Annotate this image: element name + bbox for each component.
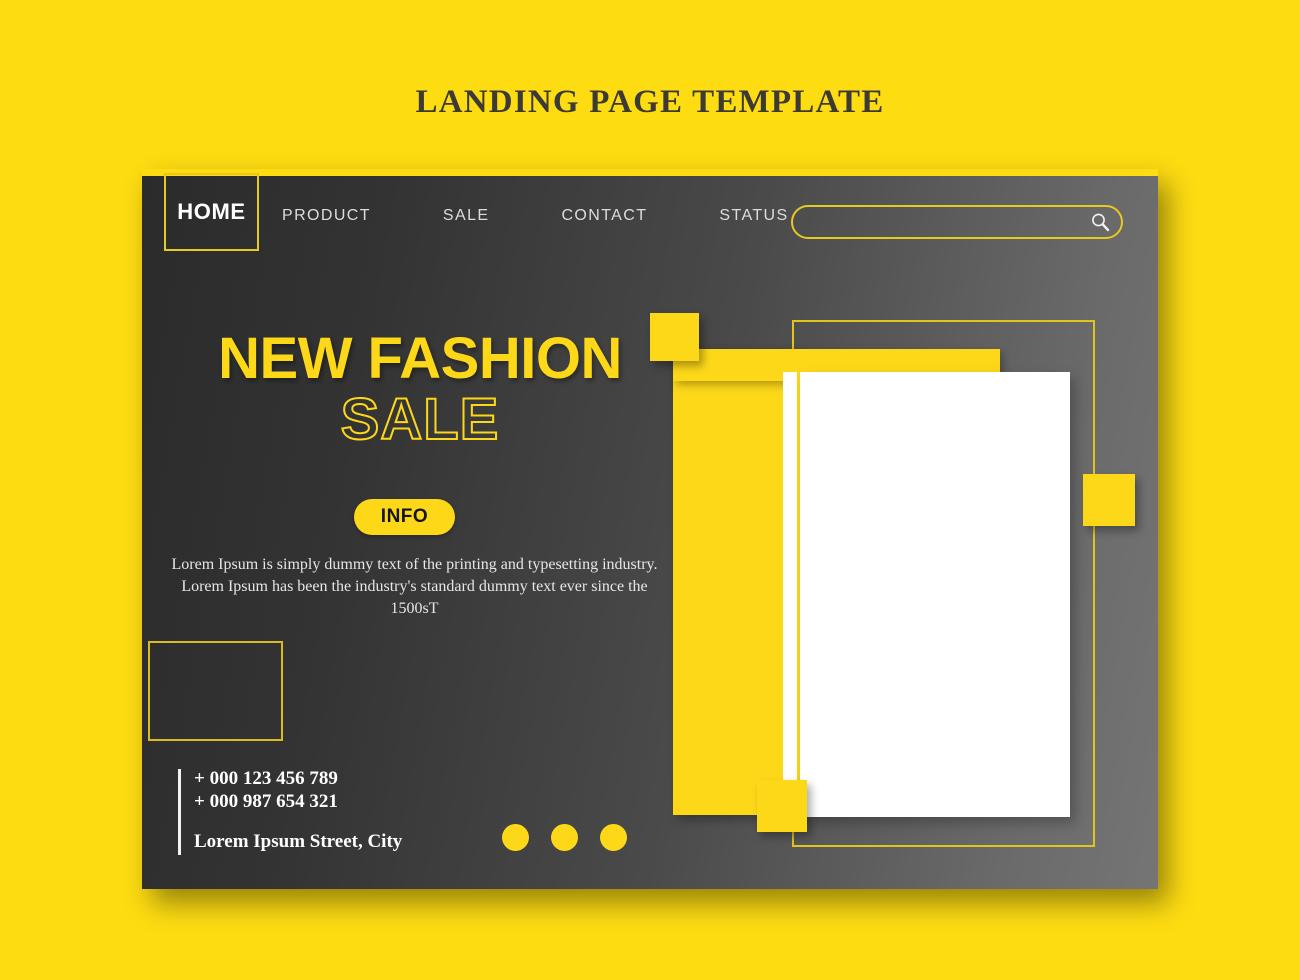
carousel-dot-2[interactable] <box>551 824 578 851</box>
contact-address: Lorem Ipsum Street, City <box>194 831 403 852</box>
contact-phone-2: + 000 987 654 321 <box>194 791 338 813</box>
headline-line-2: SALE <box>340 386 500 452</box>
carousel-dots <box>502 824 627 851</box>
landing-page-template: LANDING PAGE TEMPLATE HOME PRODUCT SALE … <box>0 0 1300 980</box>
decorative-square-bottom-left <box>757 780 807 832</box>
contact-phones: + 000 123 456 789 + 000 987 654 321 <box>194 767 338 813</box>
info-button[interactable]: INFO <box>354 499 455 535</box>
headline-line-1: NEW FASHION <box>218 326 622 391</box>
contact-accent-bar <box>178 769 181 855</box>
hero-body-text: Lorem Ipsum is simply dummy text of the … <box>171 556 658 618</box>
decorative-square-right <box>1083 474 1135 526</box>
carousel-dot-3[interactable] <box>600 824 627 851</box>
decorative-outline-rectangle <box>148 641 283 741</box>
photo-placeholder <box>800 372 1070 817</box>
photo-white-strip <box>783 372 797 817</box>
hero-headline: NEW FASHION SALE <box>180 326 660 452</box>
carousel-dot-1[interactable] <box>502 824 529 851</box>
hero-card: HOME PRODUCT SALE CONTACT STATUS NEW FAS… <box>142 169 1158 889</box>
decorative-yellow-block <box>673 349 800 815</box>
page-title: LANDING PAGE TEMPLATE <box>415 84 885 120</box>
contact-phone-1: + 000 123 456 789 <box>194 768 338 789</box>
